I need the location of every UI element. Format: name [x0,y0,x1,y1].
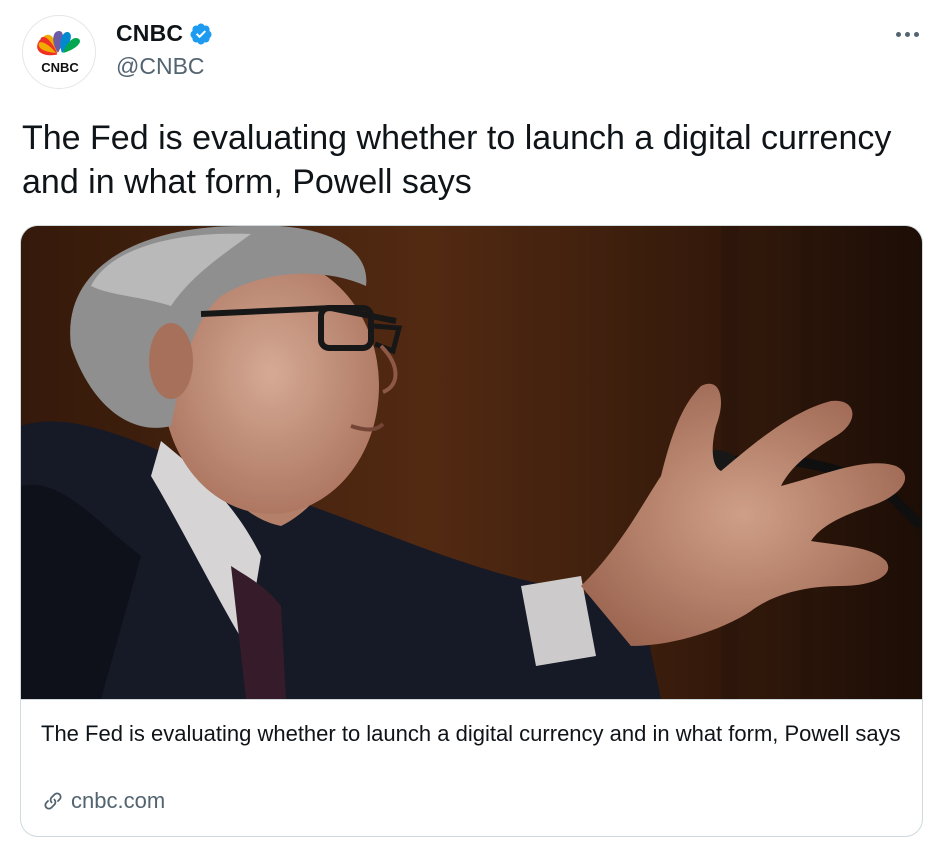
author-avatar[interactable]: CNBC [22,15,96,89]
tweet-text: The Fed is evaluating whether to launch … [22,119,892,201]
card-title[interactable]: The Fed is evaluating whether to launch … [41,718,901,750]
more-dot [904,31,910,37]
photo-icon [21,226,922,699]
card-image[interactable] [21,226,922,700]
author-name-row[interactable]: CNBC [116,20,213,47]
verified-badge-icon [190,23,212,44]
link-card[interactable]: The Fed is evaluating whether to launch … [20,225,923,837]
card-domain-text[interactable]: cnbc.com [71,788,165,814]
author-display-name[interactable]: CNBC [116,20,183,47]
more-options-button[interactable] [892,22,922,46]
more-horizontal-icon [895,31,901,37]
cnbc-peacock-logo-icon: CNBC [37,31,80,75]
svg-text:CNBC: CNBC [41,60,79,75]
tweet: CNBC CNBC @CNBC The Fed is evaluating wh… [0,0,944,858]
card-domain[interactable]: cnbc.com [41,788,165,814]
author-handle[interactable]: @CNBC [116,53,205,80]
link-icon [44,792,62,810]
more-dot [913,31,919,37]
